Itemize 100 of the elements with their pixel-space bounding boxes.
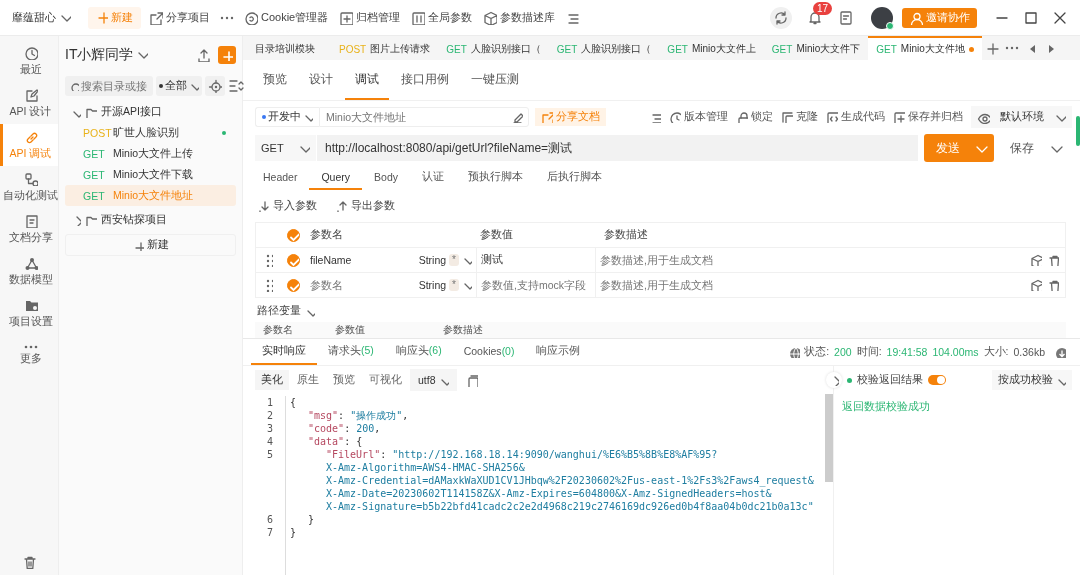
toolbar-button[interactable]: 全局参数 <box>408 7 476 28</box>
format-tab[interactable]: 预览 <box>327 370 361 390</box>
request-tab[interactable]: GET 人脸识别接口（ <box>438 36 549 60</box>
response-tab[interactable]: 响应头(6) <box>384 339 453 365</box>
line-number: 6 <box>265 513 273 526</box>
more-icon[interactable] <box>1004 46 1019 50</box>
request-section-tab[interactable]: 预执行脚本 <box>456 165 535 190</box>
input-field[interactable]: 参数描述,用于生成文档 <box>596 253 814 267</box>
edit-icon <box>23 87 38 102</box>
column-header: 参数名 <box>309 228 344 242</box>
endpoint-name: Minio大文件下载 <box>113 167 195 182</box>
request-tab[interactable]: GET Minio大文件下 <box>763 36 869 60</box>
plus-icon <box>221 49 233 61</box>
toolbar-button[interactable]: 版本管理 <box>669 110 728 124</box>
collapse-icon[interactable] <box>228 78 244 94</box>
toolbar-button[interactable]: 归档管理 <box>336 7 404 28</box>
view-tab[interactable]: 接口用例 <box>391 60 459 100</box>
toolbar-button[interactable]: 保存并归档 <box>893 110 963 124</box>
type-dropdown[interactable]: String * <box>418 278 476 292</box>
checkbox[interactable] <box>286 278 300 292</box>
scrollbar[interactable] <box>825 394 833 482</box>
more-icon[interactable] <box>220 15 234 20</box>
code-line: X-Amz-Date=20230602T114158Z&X-Amz-Expires=604800&X-Amz-SignedHeaders=host& <box>325 487 773 500</box>
environment-dropdown[interactable]: 默认环境 <box>971 106 1072 128</box>
project-selector[interactable]: 靡蕴甜心 <box>12 9 71 26</box>
maximize-icon[interactable] <box>1023 9 1039 26</box>
url-field[interactable]: http://localhost:8080/api/getUrl?fileName=测试 <box>317 135 918 161</box>
request-section-tab[interactable]: 后执行脚本 <box>535 165 614 190</box>
save-button[interactable]: 保存 <box>1000 134 1044 162</box>
sidebar-item[interactable]: 自动化测试 <box>0 166 58 208</box>
request-tab[interactable]: GET 人脸识别接口（ <box>548 36 660 60</box>
format-tab[interactable]: 原生 <box>291 370 325 390</box>
input-field[interactable]: 参数描述,用于生成文档 <box>596 278 814 292</box>
validation-mode-dropdown[interactable]: 按成功校验 <box>992 370 1072 390</box>
format-tab[interactable]: 可视化 <box>363 370 408 390</box>
endpoint-item[interactable]: GET Minio大文件上传 <box>65 143 236 164</box>
input-field[interactable]: 参数值,支持mock字段 <box>477 278 595 292</box>
expand-button[interactable] <box>826 372 842 388</box>
sidebar-item[interactable]: 文档分享 <box>0 208 58 250</box>
folder-item[interactable]: 开源API接口 <box>65 101 236 122</box>
request-tab[interactable]: GET Minio大文件上 <box>659 36 764 60</box>
toggle-switch[interactable] <box>928 375 946 385</box>
toolbar-button[interactable]: 锁定 <box>736 110 773 124</box>
request-tab[interactable]: POST 图片上传请求 <box>331 36 439 60</box>
user-icon <box>909 10 923 25</box>
section-toggle[interactable]: 路径变量 <box>257 304 1080 318</box>
toolbar-button[interactable]: 克隆 <box>781 110 818 124</box>
sidebar-item[interactable]: 更多 <box>0 334 58 376</box>
toolbar-button[interactable]: 分享项目 <box>146 7 213 28</box>
view-tab[interactable]: 设计 <box>299 60 343 100</box>
code-line: "FileUrl": "http://192.168.18.14:9090/wanghui/%E6%B5%8B%E8%AF%95? <box>325 448 719 461</box>
toolbar-button[interactable]: 参数描述库 <box>480 7 559 28</box>
request-tab[interactable]: GET Minio大文件地 <box>868 36 982 60</box>
required-toggle[interactable]: * <box>449 279 459 291</box>
project-title[interactable]: IT小辉同学 <box>65 46 149 64</box>
view-tab[interactable]: 预览 <box>253 60 297 100</box>
sync-button[interactable] <box>770 6 792 29</box>
column-header: 参数描述 <box>442 323 483 337</box>
method-label: GET <box>83 168 106 181</box>
encoding-dropdown[interactable]: utf8 <box>410 369 457 391</box>
required-toggle[interactable]: * <box>449 254 459 266</box>
sidebar-item[interactable]: API 设计 <box>0 82 58 124</box>
response-tab[interactable]: Cookies(0) <box>452 339 526 365</box>
table-cell-text: 测试 <box>480 253 504 267</box>
toolbar-button[interactable]: Cookie管理器 <box>241 7 332 28</box>
checkbox[interactable] <box>286 228 300 242</box>
api-name-field[interactable]: Minio大文件地址 <box>319 107 529 127</box>
endpoint-item[interactable]: POST旷世人脸识别 <box>65 122 236 143</box>
view-tab[interactable]: 调试 <box>345 60 389 100</box>
locate-button[interactable] <box>205 76 225 96</box>
folder-item[interactable]: 西安钻探项目 <box>65 209 236 230</box>
sidebar-item[interactable]: 项目设置 <box>0 292 58 334</box>
toolbar-button[interactable]: 导入参数 <box>257 199 317 213</box>
method-dropdown[interactable]: GET <box>255 135 317 161</box>
input-field[interactable]: 参数名 <box>306 278 419 292</box>
request-section-tab[interactable]: Header <box>251 165 310 190</box>
online-dot <box>886 21 894 30</box>
avatar[interactable] <box>871 6 893 29</box>
new-button[interactable]: 新建 <box>65 234 236 256</box>
response-tab[interactable]: 响应示例 <box>525 339 592 365</box>
sidebar-item[interactable]: 数据模型 <box>0 250 58 292</box>
response-tab[interactable]: 请求头(5) <box>317 339 385 365</box>
request-section-tab[interactable]: Body <box>362 165 410 190</box>
checkbox[interactable] <box>286 253 300 267</box>
search-field[interactable]: 搜索目录或接 <box>65 76 153 96</box>
sidebar-item[interactable]: 最近 <box>0 40 58 82</box>
request-section-tab[interactable]: Query <box>309 165 363 190</box>
column-header: 参数值 <box>479 228 514 242</box>
filter-dropdown[interactable]: 全部 <box>156 76 202 96</box>
toolbar-button[interactable]: 生成代码 <box>826 110 885 124</box>
endpoint-item[interactable]: GET Minio大文件下载 <box>65 164 236 185</box>
view-tab[interactable]: 一键压测 <box>461 60 529 100</box>
response-tab[interactable]: 实时响应 <box>251 339 317 365</box>
request-tab[interactable]: 目录培训模块 <box>247 36 331 60</box>
format-tab[interactable]: 美化 <box>255 370 289 390</box>
nodes-icon <box>23 171 38 186</box>
toolbar-button[interactable]: 导出参数 <box>335 199 395 213</box>
notes-icon[interactable] <box>838 9 854 26</box>
request-section-tab[interactable]: 认证 <box>410 165 456 190</box>
type-dropdown[interactable]: String * <box>418 253 476 267</box>
